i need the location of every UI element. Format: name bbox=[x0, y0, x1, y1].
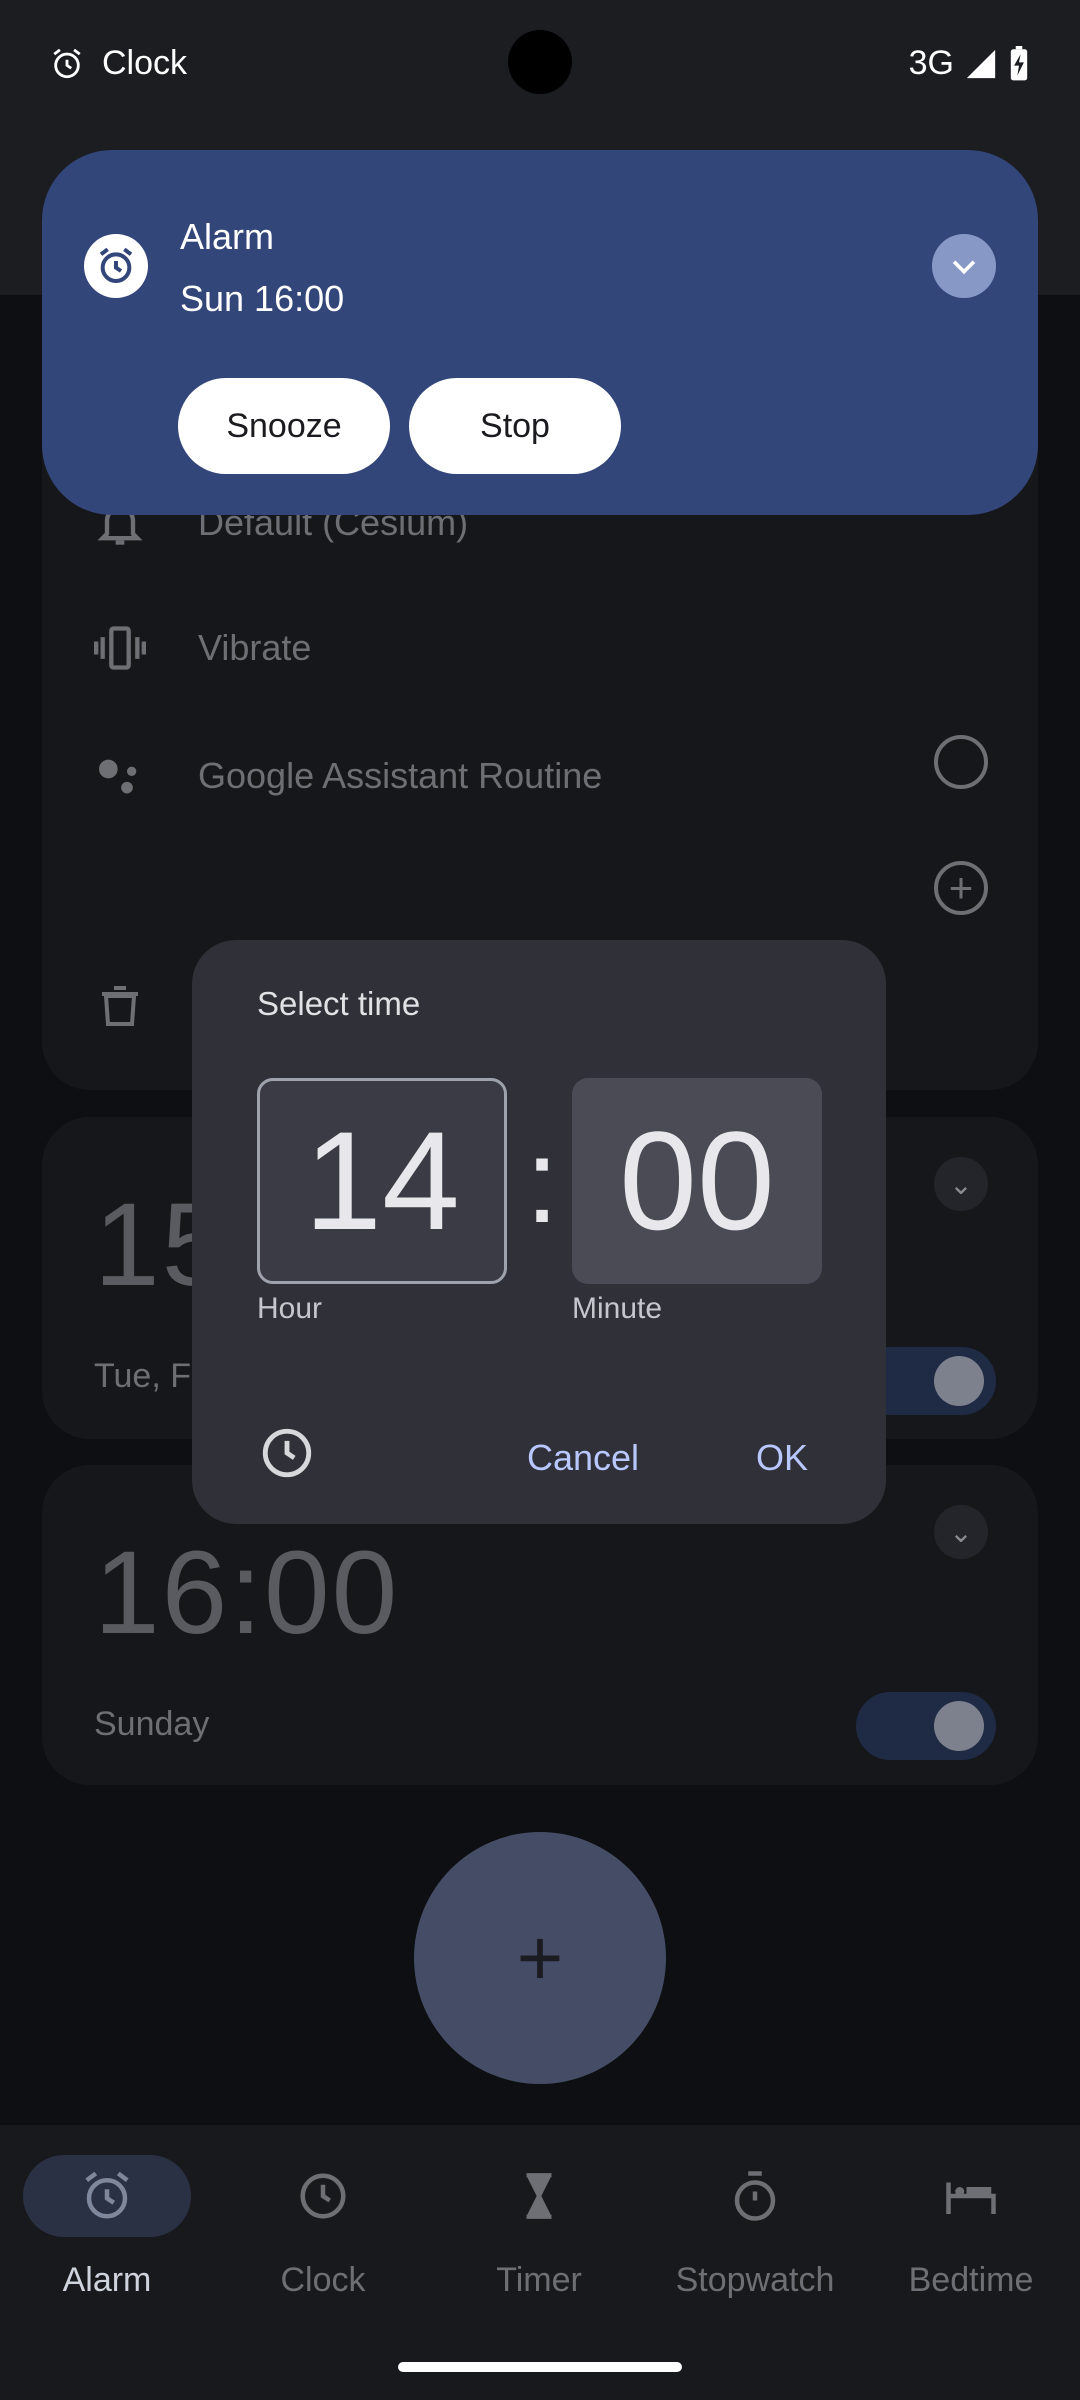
nav-alarm-pill bbox=[23, 2155, 191, 2237]
nav-bedtime[interactable]: Bedtime bbox=[866, 2155, 1076, 2300]
time-separator: : bbox=[525, 1114, 559, 1248]
toggle-knob bbox=[934, 1356, 984, 1406]
stop-button[interactable]: Stop bbox=[409, 378, 621, 474]
status-left: Clock bbox=[50, 44, 187, 83]
clock-mode-button[interactable] bbox=[224, 1390, 350, 1516]
nav-timer[interactable]: Timer bbox=[434, 2155, 644, 2300]
nav-label: Clock bbox=[280, 2261, 366, 2299]
nav-clock[interactable]: Clock bbox=[218, 2155, 428, 2300]
hourglass-icon bbox=[526, 2173, 552, 2219]
nav-label: Bedtime bbox=[908, 2261, 1034, 2299]
minute-field[interactable]: 00 bbox=[572, 1078, 822, 1284]
dialog-title: Select time bbox=[257, 985, 421, 1022]
signal-icon bbox=[966, 49, 996, 78]
alarm-clock-icon bbox=[85, 2171, 129, 2219]
alarm-notification[interactable]: Alarm Sun 16:00 Snooze Stop bbox=[42, 150, 1038, 515]
nav-label: Alarm bbox=[62, 2261, 152, 2299]
nav-timer-pill bbox=[455, 2155, 623, 2237]
status-right: 3G bbox=[909, 44, 1030, 83]
vibrate-icon bbox=[92, 620, 148, 676]
trash-icon bbox=[92, 978, 148, 1034]
alarm-toggle[interactable] bbox=[856, 1692, 996, 1760]
nav-stopwatch-pill bbox=[671, 2155, 839, 2237]
time-picker-dialog: Select time 14 : 00 Hour Minute Cancel O… bbox=[192, 940, 886, 1524]
nav-stopwatch[interactable]: Stopwatch bbox=[650, 2155, 860, 2300]
minute-label: Minute bbox=[572, 1292, 663, 1325]
snooze-button[interactable]: Snooze bbox=[178, 378, 390, 474]
chevron-down-icon[interactable]: ⌄ bbox=[934, 1505, 988, 1559]
camera-cutout bbox=[508, 30, 572, 94]
network-type: 3G bbox=[908, 44, 954, 82]
alarm-days: Sunday bbox=[94, 1705, 210, 1743]
alarm-icon bbox=[84, 234, 148, 298]
clock-icon bbox=[262, 1428, 312, 1478]
nav-label: Stopwatch bbox=[675, 2261, 835, 2299]
clock-icon bbox=[300, 2173, 346, 2219]
ok-button[interactable]: OK bbox=[698, 1396, 866, 1520]
notification-subtitle: Sun 16:00 bbox=[180, 278, 345, 319]
vibrate-label: Vibrate bbox=[198, 627, 312, 668]
vibrate-row[interactable]: Vibrate bbox=[92, 620, 311, 676]
hour-field[interactable]: 14 bbox=[257, 1078, 507, 1284]
bottom-navigation: Alarm Clock Timer Stopwatch Bedtime bbox=[0, 2125, 1080, 2400]
nav-alarm[interactable]: Alarm bbox=[2, 2155, 212, 2300]
nav-bedtime-pill bbox=[887, 2155, 1055, 2237]
stopwatch-icon bbox=[734, 2171, 776, 2221]
alarm-clock-icon bbox=[53, 48, 81, 78]
alarm-time[interactable]: 16:00 bbox=[94, 1525, 399, 1661]
status-app-name: Clock bbox=[102, 44, 188, 82]
cancel-button[interactable]: Cancel bbox=[488, 1396, 678, 1520]
nav-label: Timer bbox=[496, 2261, 582, 2299]
chevron-down-icon[interactable]: ⌄ bbox=[934, 1157, 988, 1211]
assistant-label: Google Assistant Routine bbox=[198, 755, 603, 796]
chevron-down-icon bbox=[952, 260, 976, 275]
notification-title: Alarm bbox=[180, 216, 275, 257]
add-routine-icon[interactable]: + bbox=[934, 861, 988, 915]
add-alarm-button[interactable]: + bbox=[414, 1832, 666, 2084]
battery-charging-icon bbox=[1010, 45, 1028, 80]
expand-notification-button[interactable] bbox=[932, 234, 996, 298]
gesture-handle[interactable] bbox=[398, 2362, 682, 2372]
status-bar: Clock 3G bbox=[0, 0, 1080, 130]
assistant-row[interactable]: Google Assistant Routine bbox=[92, 748, 602, 804]
delete-row[interactable] bbox=[92, 978, 148, 1034]
vibrate-checkbox[interactable] bbox=[934, 735, 988, 789]
hour-label: Hour bbox=[257, 1292, 323, 1325]
toggle-knob bbox=[934, 1701, 984, 1751]
alarm-days: Tue, F bbox=[94, 1357, 191, 1395]
google-assistant-icon bbox=[92, 748, 148, 804]
bed-icon bbox=[946, 2182, 996, 2214]
nav-clock-pill bbox=[239, 2155, 407, 2237]
